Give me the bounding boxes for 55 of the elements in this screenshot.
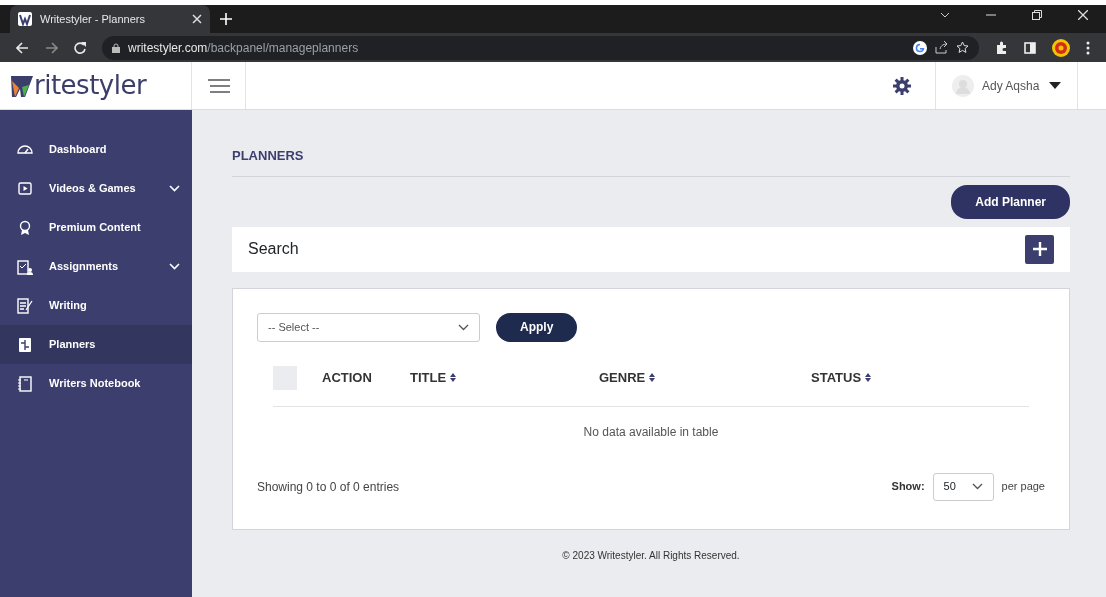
sidebar-item[interactable]: Assignments — [0, 247, 192, 286]
notebook-icon — [17, 375, 33, 392]
empty-table-message: No data available in table — [583, 424, 719, 439]
apply-button[interactable]: Apply — [496, 312, 578, 342]
planner-icon — [17, 336, 33, 353]
star-icon[interactable] — [956, 41, 969, 54]
panel-title: Search — [248, 239, 300, 259]
column-header[interactable]: STATUS — [811, 367, 1011, 388]
clipboard-icon — [17, 258, 33, 275]
caret-icon — [1049, 82, 1061, 89]
entries-info: Showing 0 to 0 of 0 entries — [257, 478, 401, 496]
sidebar-item[interactable]: Videos & Games — [0, 169, 192, 208]
user-avatar-icon — [952, 74, 974, 97]
new-tab-icon[interactable] — [220, 13, 232, 25]
document-pen-icon — [17, 297, 33, 314]
user-menu[interactable]: Ady Aqsha — [935, 62, 1078, 109]
per-page-label: per page — [1001, 479, 1045, 495]
reload-icon[interactable] — [74, 41, 86, 54]
profile-avatar-icon[interactable] — [1052, 38, 1070, 57]
award-icon — [17, 219, 33, 236]
favicon-icon — [18, 12, 32, 26]
side-panel-icon[interactable] — [1024, 41, 1036, 54]
sidebar-item[interactable]: Writers Notebook — [0, 364, 192, 403]
share-icon[interactable] — [935, 41, 948, 54]
browser-tab[interactable]: Writestyler - Planners — [10, 5, 210, 33]
sidebar-item[interactable]: Premium Content — [0, 208, 192, 247]
address-field[interactable]: writestyler.com/backpanel/manageplanners — [102, 35, 979, 60]
add-planner-button[interactable]: Add Planner — [951, 184, 1070, 219]
close-icon[interactable] — [1078, 10, 1088, 21]
column-header[interactable]: TITLE — [410, 367, 599, 388]
back-icon[interactable] — [16, 41, 29, 54]
settings-icon[interactable] — [893, 76, 911, 95]
column-header[interactable]: GENRE — [599, 367, 811, 388]
chevron-down-icon — [458, 323, 469, 331]
page-size-dropdown[interactable]: 50 — [932, 472, 994, 501]
plus-icon — [1032, 242, 1047, 256]
forward-icon — [45, 41, 58, 54]
expand-button[interactable] — [1025, 234, 1054, 264]
extensions-icon[interactable] — [995, 41, 1008, 54]
page-title: PLANNERS — [232, 140, 1070, 177]
sidebar-item[interactable]: Writing — [0, 286, 192, 325]
menu-icon[interactable] — [1086, 40, 1090, 55]
video-icon — [17, 180, 33, 197]
show-label: Show: — [891, 479, 925, 495]
chevron-down-icon — [971, 483, 983, 490]
close-icon[interactable] — [192, 14, 202, 24]
select-dropdown[interactable]: -- Select -- — [257, 312, 480, 342]
google-icon[interactable] — [913, 40, 927, 55]
copyright-text: © 2023 Writestyler. All Rights Reserved. — [562, 549, 740, 561]
sidebar-item[interactable]: Dashboard — [0, 130, 192, 169]
restore-icon[interactable] — [1032, 10, 1042, 21]
sidebar-item[interactable]: Planners — [0, 325, 192, 364]
lock-icon — [112, 42, 120, 53]
logo-text: ritestyler — [34, 69, 147, 102]
column-header: ACTION — [321, 368, 373, 387]
